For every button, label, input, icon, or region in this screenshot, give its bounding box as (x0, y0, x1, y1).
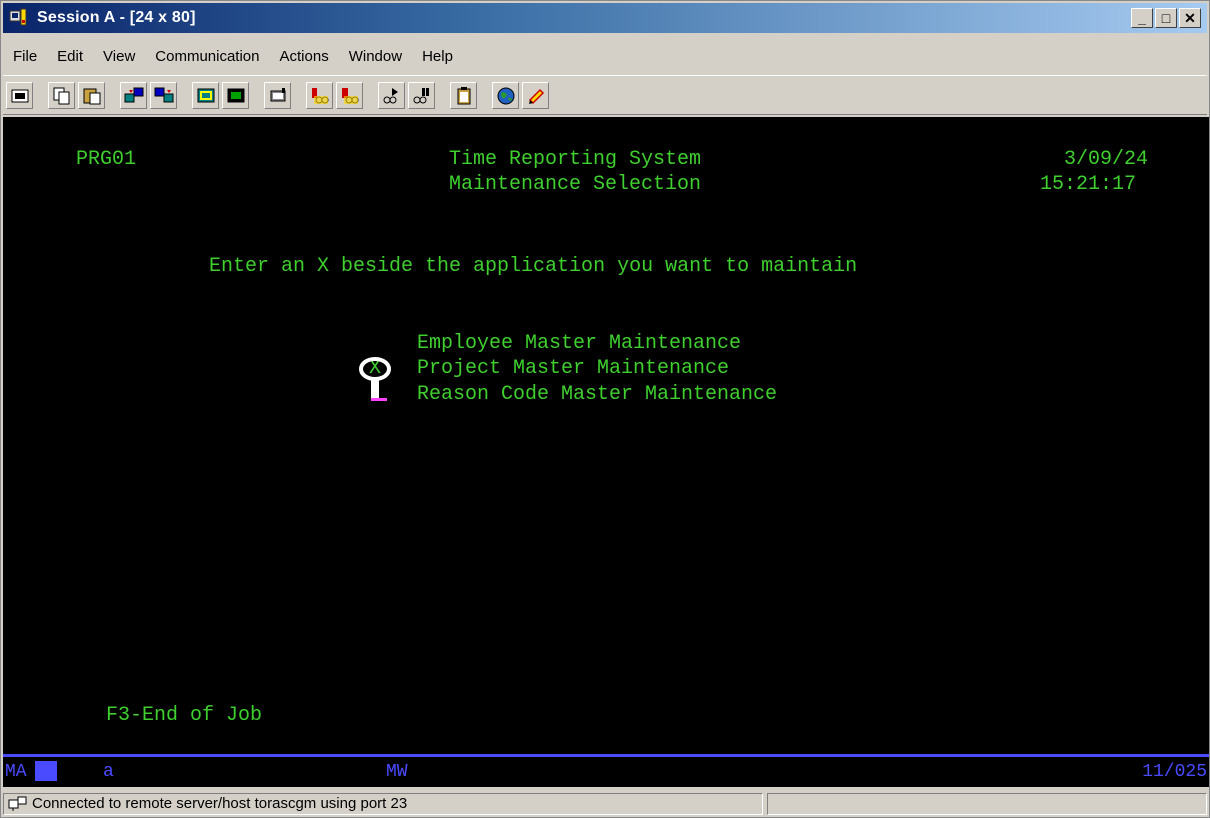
input-indicator: a (103, 762, 114, 782)
screen-time: 15:21:17 (1040, 173, 1137, 196)
globe-icon[interactable] (492, 81, 519, 109)
screen-date: 3/09/24 (1064, 148, 1149, 171)
status-bar: Connected to remote server/host torascgm… (3, 790, 1209, 817)
copy-icon[interactable] (48, 81, 75, 109)
terminal-screen[interactable]: PRG01 Time Reporting System Maintenance … (3, 117, 1209, 754)
program-name: PRG01 (76, 148, 137, 171)
instruction-text: Enter an X beside the application you wa… (209, 255, 858, 278)
menu-help[interactable]: Help (412, 48, 463, 65)
minimize-button[interactable]: _ (1131, 8, 1153, 28)
session-indicator: MA (5, 762, 27, 782)
network-icon (8, 796, 28, 812)
emulator-window: Session A - [24 x 80] _ □ ✕ File Edit Vi… (0, 0, 1210, 818)
play-macro-icon[interactable] (378, 81, 405, 109)
record-macro-icon[interactable] (306, 81, 333, 109)
maximize-button[interactable]: □ (1155, 8, 1177, 28)
keyboard-map-icon[interactable] (222, 81, 249, 109)
option-label-employee: Employee Master Maintenance (417, 332, 742, 355)
send-file-icon[interactable] (120, 81, 147, 109)
screen-subtitle: Maintenance Selection (449, 173, 702, 196)
window-title: Session A - [24 x 80] (37, 9, 196, 26)
menu-view[interactable]: View (93, 48, 145, 65)
macro-icon[interactable] (264, 81, 291, 109)
function-key-help: F3-End of Job (106, 704, 263, 727)
screen-title: Time Reporting System (449, 148, 702, 171)
print-screen-icon[interactable] (6, 81, 33, 109)
connection-status-text: Connected to remote server/host torascgm… (32, 795, 408, 812)
connection-status-panel: Connected to remote server/host torascgm… (3, 792, 763, 815)
cursor-position: 11/025 (1142, 762, 1207, 782)
menu-actions[interactable]: Actions (270, 48, 339, 65)
menu-communication[interactable]: Communication (145, 48, 269, 65)
help-icon[interactable] (522, 81, 549, 109)
toolbar (3, 75, 1207, 115)
operator-info-area: MA a MW 11/025 (3, 754, 1209, 787)
receive-file-icon[interactable] (150, 81, 177, 109)
clipboard-icon[interactable] (450, 81, 477, 109)
option-label-project: Project Master Maintenance (417, 357, 730, 380)
text-cursor-icon (359, 354, 395, 412)
mode-indicator: MW (386, 762, 408, 782)
stop-macro-icon[interactable] (336, 81, 363, 109)
menu-edit[interactable]: Edit (47, 48, 93, 65)
menu-bar: File Edit View Communication Actions Win… (3, 41, 463, 71)
close-button[interactable]: ✕ (1179, 8, 1201, 28)
paste-icon[interactable] (78, 81, 105, 109)
menu-window[interactable]: Window (339, 48, 412, 65)
session-icon (9, 8, 31, 28)
menu-file[interactable]: File (3, 48, 47, 65)
status-panel-2 (767, 792, 1207, 815)
input-inhibit-block (35, 761, 57, 781)
option-label-reason-code: Reason Code Master Maintenance (417, 383, 778, 406)
pause-macro-icon[interactable] (408, 81, 435, 109)
display-setup-icon[interactable] (192, 81, 219, 109)
title-bar[interactable]: Session A - [24 x 80] _ □ ✕ (3, 3, 1207, 33)
